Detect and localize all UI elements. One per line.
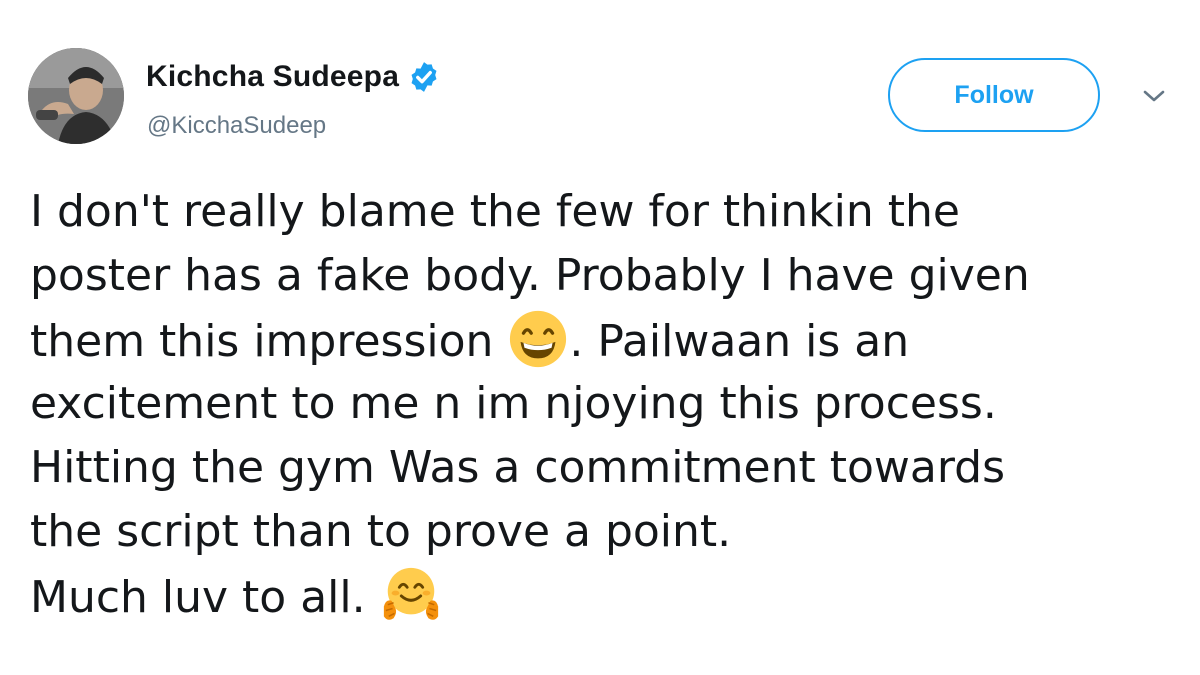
tweet-text-line: Hitting the gym Was a commitment towards — [30, 442, 1006, 493]
tweet-text-line: excitement to me n im njoying this proce… — [30, 378, 997, 429]
grinning-face-icon — [507, 308, 569, 370]
author-handle[interactable]: @KicchaSudeep — [147, 112, 326, 140]
tweet-text-line: them this impression . Pailwaan is an — [30, 308, 1180, 372]
display-name[interactable]: Kichcha Sudeepa — [146, 60, 399, 94]
author-name-row[interactable]: Kichcha Sudeepa — [146, 60, 441, 94]
follow-button[interactable]: Follow — [888, 58, 1100, 132]
tweet-text-line: poster has a fake body. Probably I have … — [30, 250, 1030, 301]
chevron-down-icon[interactable] — [1140, 86, 1168, 106]
verified-badge-icon — [407, 60, 441, 94]
tweet-text-line: Much luv to all. — [30, 564, 1180, 628]
hugging-face-icon — [380, 564, 442, 626]
avatar[interactable] — [28, 48, 124, 144]
tweet-text: I don't really blame the few for thinkin… — [30, 180, 1180, 628]
profile-photo-icon — [28, 48, 124, 144]
tweet-text-line: I don't really blame the few for thinkin… — [30, 186, 960, 237]
tweet-card: Kichcha Sudeepa @KicchaSudeep Follow I d… — [0, 0, 1200, 675]
tweet-text-line: the script than to prove a point. — [30, 506, 732, 557]
